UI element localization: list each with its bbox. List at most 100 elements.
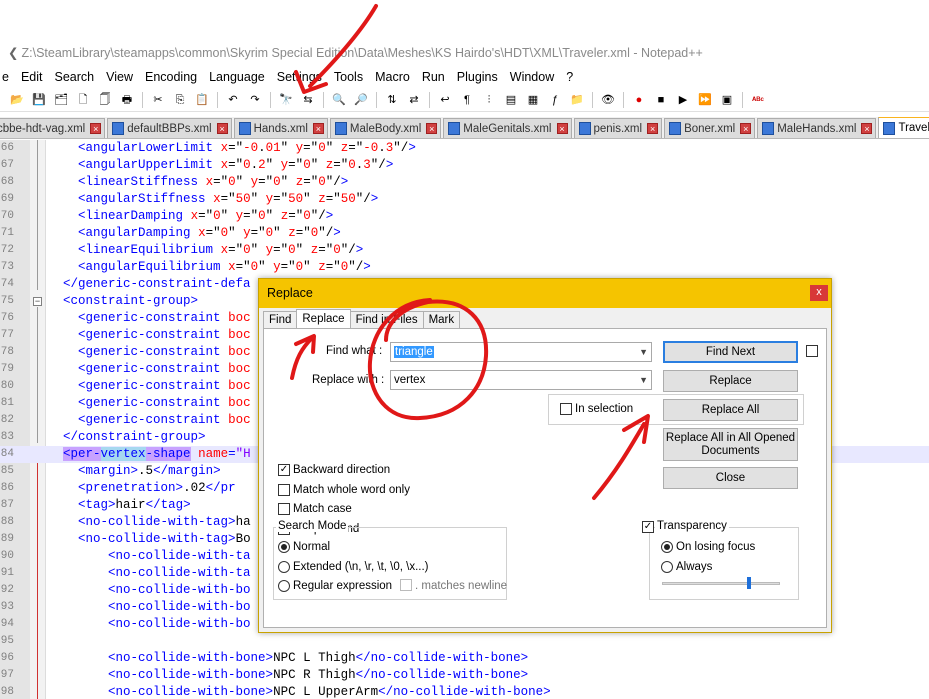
transparency-checkbox[interactable]: ✓ [642, 521, 654, 533]
search-mode-radio[interactable] [278, 580, 290, 592]
menu-item-encoding[interactable]: Encoding [139, 67, 203, 87]
document-tab[interactable]: penis.xml × [573, 118, 663, 138]
close-all-icon[interactable]: 🗍 [97, 92, 113, 108]
menu-item-search[interactable]: Search [49, 67, 101, 87]
document-tab[interactable]: Hands.xml × [233, 118, 328, 138]
sync-h-icon[interactable]: ⇄ [406, 92, 422, 108]
close-tab-icon[interactable]: × [216, 123, 228, 134]
udl-icon[interactable]: ▤ [503, 92, 519, 108]
find-what-input[interactable]: triangle ▼ [390, 342, 652, 362]
find-icon[interactable]: 🔭 [278, 92, 294, 108]
close-tab-icon[interactable]: × [426, 123, 438, 134]
document-tab[interactable]: defaultBBPs.xml × [107, 118, 232, 138]
tab-find[interactable]: Find [263, 311, 298, 329]
close-tab-icon[interactable]: × [90, 123, 102, 134]
dialog-title-bar[interactable]: Replace x [259, 279, 831, 308]
replace-all-button[interactable]: Replace All [663, 399, 798, 421]
cut-icon[interactable]: ✂ [150, 92, 166, 108]
document-tab[interactable]: MaleGenitals.xml × [443, 118, 572, 138]
zoom-in-icon[interactable]: 🔍 [331, 92, 347, 108]
close-tab-icon[interactable]: × [312, 123, 324, 134]
close-tab-icon[interactable]: × [740, 123, 752, 134]
editor-line[interactable]: 66 <angularLowerLimit x="-0.01" y="0" z=… [0, 140, 929, 157]
close-icon[interactable]: 🗋 [75, 92, 91, 108]
folder-icon[interactable]: 📁 [569, 92, 585, 108]
play-macro-icon[interactable]: ▶ [675, 92, 691, 108]
document-tab[interactable]: MaleHands.xml × [757, 118, 877, 138]
menu-item-help[interactable]: ? [560, 67, 579, 87]
record-macro-icon[interactable]: ● [631, 92, 647, 108]
paste-icon[interactable]: 📋 [194, 92, 210, 108]
undo-icon[interactable]: ↶ [225, 92, 241, 108]
print-icon[interactable]: 🖶 [119, 92, 135, 108]
editor-line[interactable]: 73 <angularEquilibrium x="0" y="0" z="0"… [0, 259, 929, 276]
editor-line[interactable]: 95 [0, 633, 929, 650]
transparency-slider-track[interactable] [662, 582, 780, 585]
editor-line[interactable]: 97 <no-collide-with-bone>NPC R Thigh</no… [0, 667, 929, 684]
document-tab[interactable]: Boner.xml × [664, 118, 756, 138]
editor-line[interactable]: 98 <no-collide-with-bone>NPC L UpperArm<… [0, 684, 929, 699]
function-list-icon[interactable]: ƒ [547, 92, 563, 108]
transparency-mode-radio[interactable] [661, 560, 673, 573]
word-wrap-icon[interactable]: ↩ [437, 92, 453, 108]
show-all-chars-icon[interactable]: ¶ [459, 92, 475, 108]
editor-line[interactable]: 70 <linearDamping x="0" y="0" z="0"/> [0, 208, 929, 225]
replace-button[interactable]: Replace [663, 370, 798, 392]
stop-macro-icon[interactable]: ■ [653, 92, 669, 108]
menu-item-tools[interactable]: Tools [328, 67, 369, 87]
menu-item-settings[interactable]: Settings [271, 67, 328, 87]
document-tab[interactable]: Traveler.xml× [878, 117, 929, 138]
matches-newline-checkbox[interactable] [400, 579, 412, 591]
sync-v-icon[interactable]: ⇅ [384, 92, 400, 108]
editor-line[interactable]: 67 <angularUpperLimit x="0.2" y="0" z="0… [0, 157, 929, 174]
redo-icon[interactable]: ↷ [247, 92, 263, 108]
menu-item-run[interactable]: Run [416, 67, 451, 87]
menu-item-view[interactable]: View [100, 67, 139, 87]
chevron-down-icon[interactable]: ▼ [639, 371, 648, 389]
menu-item-edit[interactable]: Edit [15, 67, 49, 87]
search-mode-radio[interactable] [278, 541, 290, 553]
transparency-mode-radio[interactable] [661, 541, 673, 553]
transparency-slider-thumb[interactable] [746, 577, 751, 589]
option-checkbox[interactable] [278, 503, 290, 515]
zoom-out-icon[interactable]: 🔎 [353, 92, 369, 108]
save-macro-icon[interactable]: ▣ [719, 92, 735, 108]
editor-line[interactable]: 71 <angularDamping x="0" y="0" z="0"/> [0, 225, 929, 242]
tab-replace[interactable]: Replace [296, 309, 351, 330]
run-macro-multiple-icon[interactable]: ⏩ [697, 92, 713, 108]
close-tab-icon[interactable]: × [556, 123, 568, 134]
spell-check-icon[interactable]: ᴬᴮᶜ [750, 92, 766, 108]
tab-mark[interactable]: Mark [422, 311, 461, 329]
open-icon[interactable]: 📂 [9, 92, 25, 108]
document-tab[interactable]: MaleBody.xml × [329, 118, 442, 138]
menu-item-window[interactable]: Window [504, 67, 560, 87]
editor-line[interactable]: 72 <linearEquilibrium x="0" y="0" z="0"/… [0, 242, 929, 259]
option-checkbox[interactable] [278, 483, 290, 496]
save-icon[interactable]: 💾 [31, 92, 47, 108]
menu-item-e[interactable]: e [0, 67, 15, 87]
tab-find-in-files[interactable]: Find in Files [349, 311, 424, 329]
chevron-down-icon[interactable]: ▼ [639, 343, 648, 361]
monitor-icon[interactable]: 👁 [600, 92, 616, 108]
copy-icon[interactable]: ⎘ [172, 92, 188, 108]
find-next-button[interactable]: Find Next [663, 341, 798, 363]
editor-line[interactable]: 68 <linearStiffness x="0" y="0" z="0"/> [0, 174, 929, 191]
option-checkbox[interactable]: ✓ [278, 464, 290, 476]
close-tab-icon[interactable]: × [861, 123, 873, 134]
menu-item-plugins[interactable]: Plugins [451, 67, 504, 87]
menu-item-language[interactable]: Language [203, 67, 271, 87]
doc-map-icon[interactable]: ▦ [525, 92, 541, 108]
close-button[interactable]: Close [663, 467, 798, 489]
find-next-extra-checkbox[interactable] [806, 345, 818, 357]
editor-line[interactable]: 69 <angularStiffness x="50" y="50" z="50… [0, 191, 929, 208]
indent-guide-icon[interactable]: ⫶ [481, 92, 497, 108]
editor-line[interactable]: 96 <no-collide-with-bone>NPC L Thigh</no… [0, 650, 929, 667]
save-all-icon[interactable]: 🗂 [53, 92, 69, 108]
search-mode-radio[interactable] [278, 560, 290, 573]
document-tab[interactable]: cbbe-hdt-vag.xml × [0, 118, 106, 138]
close-tab-icon[interactable]: × [647, 123, 659, 134]
dialog-close-button[interactable]: x [810, 285, 828, 301]
replace-all-opened-button[interactable]: Replace All in All Opened Documents [663, 428, 798, 461]
menu-item-macro[interactable]: Macro [369, 67, 416, 87]
in-selection-checkbox[interactable] [560, 403, 572, 415]
